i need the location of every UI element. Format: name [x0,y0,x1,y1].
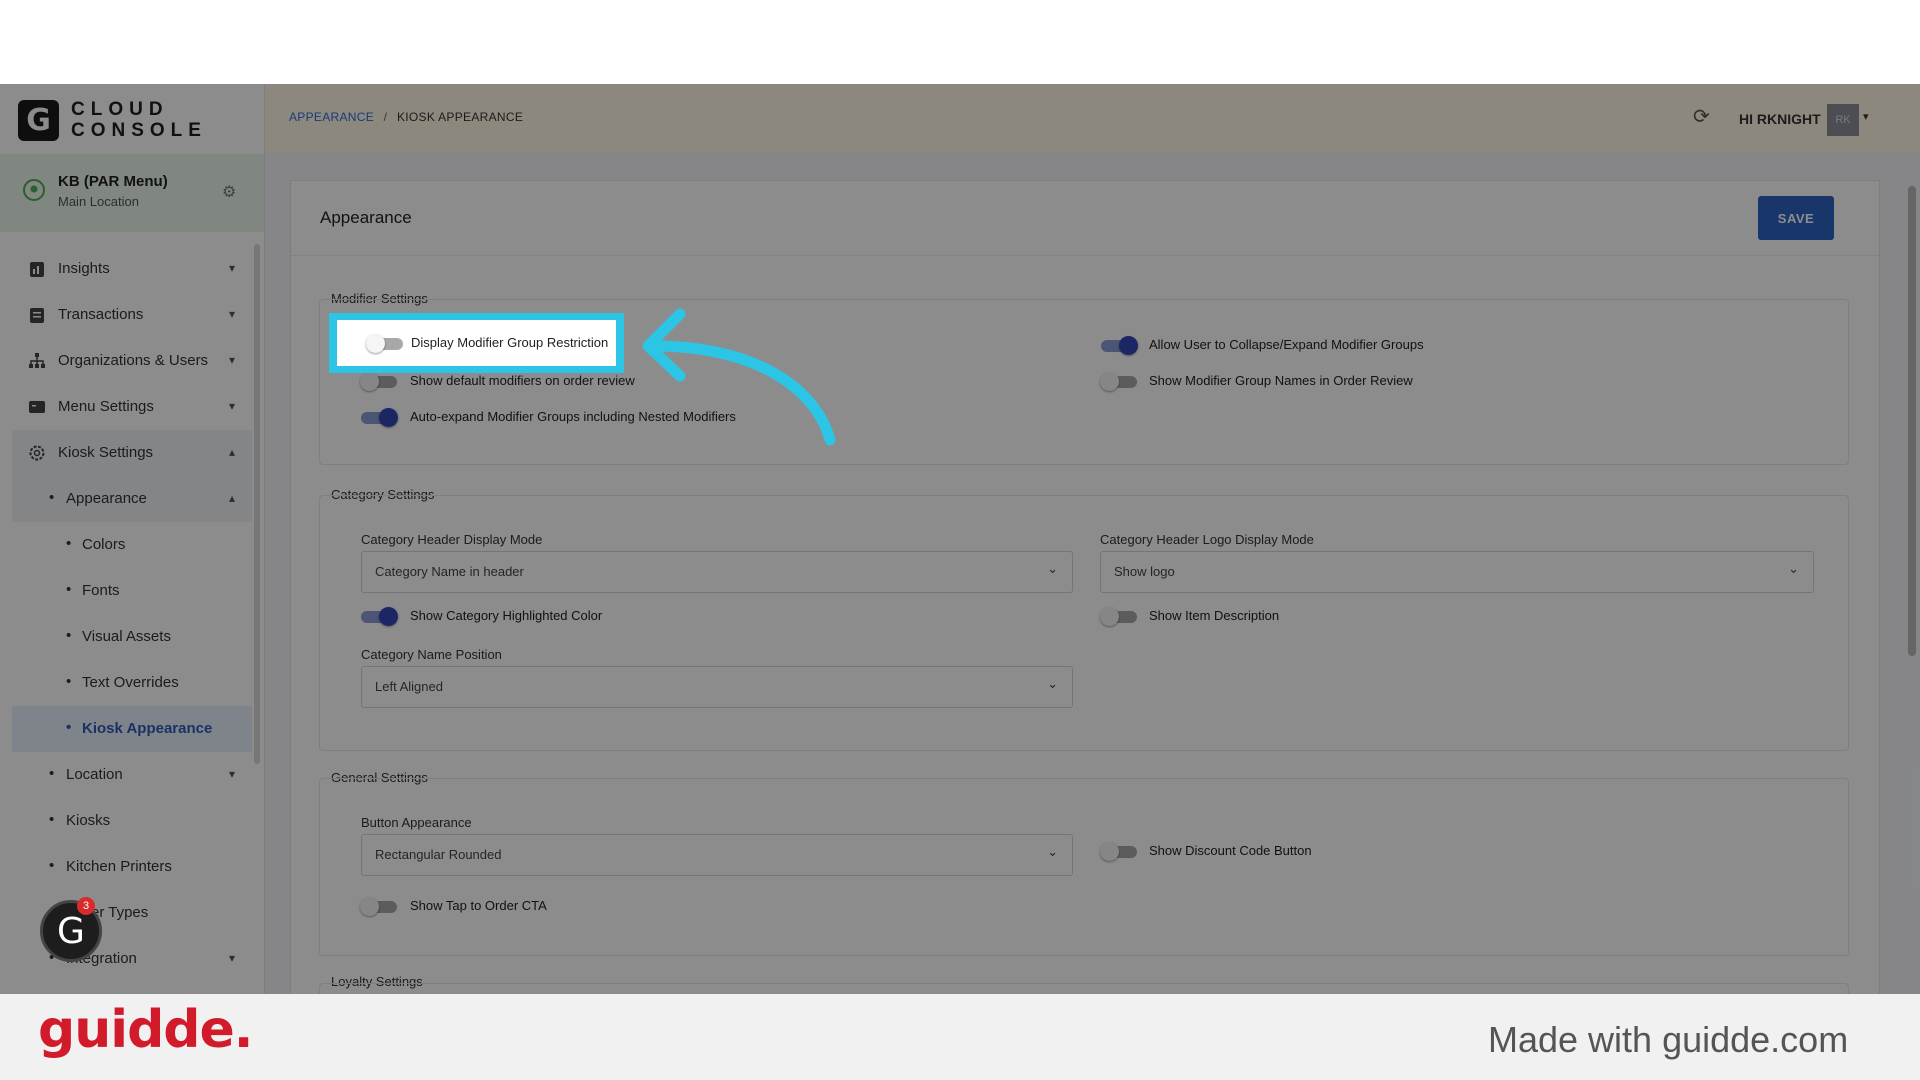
display-modifier-restriction-toggle-highlight[interactable] [366,334,403,353]
display-modifier-restriction-highlight-label: Display Modifier Group Restriction [411,335,609,350]
dim-overlay [0,84,1920,994]
top-blank-area [0,0,1920,84]
help-badge: 3 [77,897,95,915]
made-with-text: Made with guidde.com [1488,1019,1849,1060]
guidde-logo: guidde. [38,1000,254,1060]
footer: guidde. Made with guidde.com [0,994,1920,1080]
highlight-box: Display Modifier Group Restriction [329,313,624,373]
pointer-arrow-icon [642,308,836,446]
